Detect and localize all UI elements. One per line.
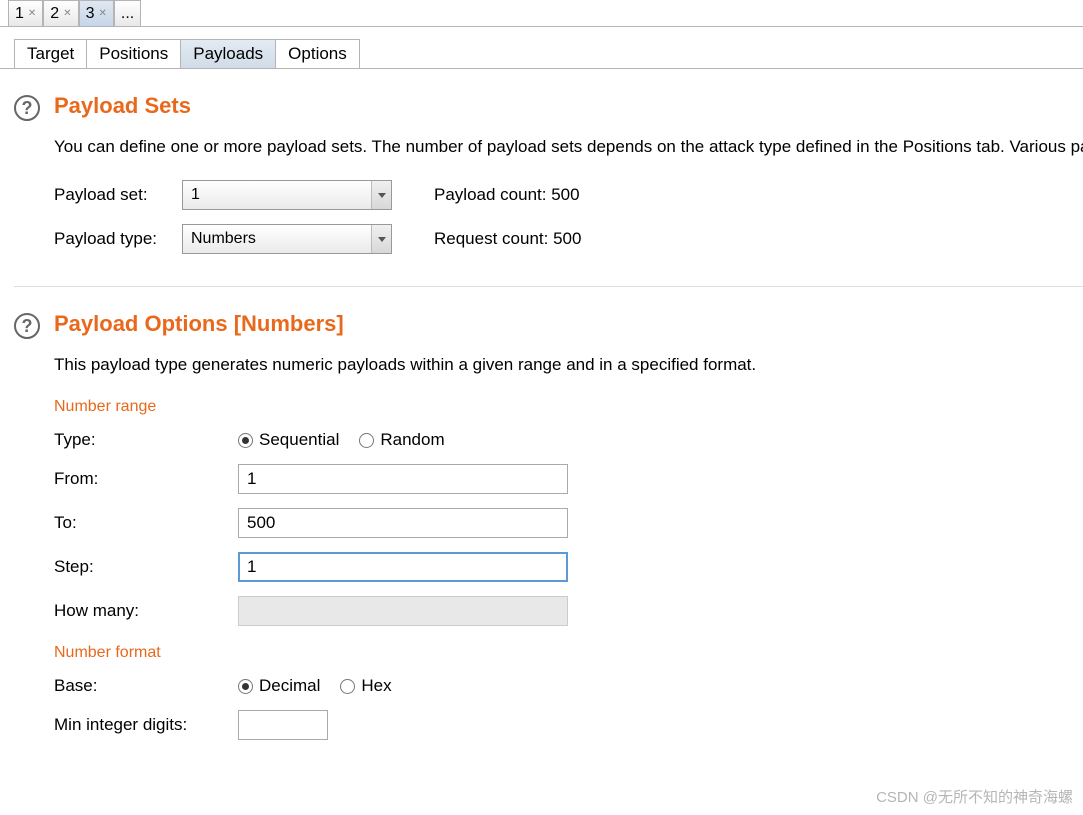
payload-set-select[interactable]: 1 bbox=[182, 180, 392, 210]
section-divider bbox=[14, 286, 1083, 287]
payload-sets-heading: Payload Sets bbox=[54, 93, 1083, 119]
session-tab-2[interactable]: 2 ✕ bbox=[43, 0, 78, 26]
number-range-heading: Number range bbox=[54, 398, 1083, 416]
payload-set-value: 1 bbox=[191, 186, 200, 204]
radio-decimal[interactable]: Decimal bbox=[238, 676, 320, 696]
payload-count-label: Payload count: bbox=[434, 185, 546, 204]
close-icon[interactable]: ✕ bbox=[63, 9, 71, 19]
tab-target[interactable]: Target bbox=[14, 39, 87, 68]
request-count-label: Request count: bbox=[434, 229, 548, 248]
request-count-value: 500 bbox=[553, 229, 581, 248]
close-icon[interactable]: ✕ bbox=[28, 9, 36, 19]
base-label: Base: bbox=[54, 676, 238, 696]
number-format-heading: Number format bbox=[54, 644, 1083, 662]
radio-decimal-label: Decimal bbox=[259, 676, 320, 696]
help-icon[interactable]: ? bbox=[14, 95, 40, 121]
min-integer-digits-input[interactable] bbox=[238, 710, 328, 740]
from-label: From: bbox=[54, 469, 238, 489]
intruder-tabs: Target Positions Payloads Options bbox=[0, 39, 1083, 69]
how-many-label: How many: bbox=[54, 601, 238, 621]
to-input[interactable] bbox=[238, 508, 568, 538]
how-many-input bbox=[238, 596, 568, 626]
close-icon[interactable]: ✕ bbox=[99, 9, 107, 19]
payload-type-value: Numbers bbox=[191, 230, 256, 248]
session-tab-label: ... bbox=[121, 5, 134, 23]
session-tab-3[interactable]: 3 ✕ bbox=[79, 0, 114, 26]
payload-type-select[interactable]: Numbers bbox=[182, 224, 392, 254]
radio-random-label: Random bbox=[380, 430, 444, 450]
payload-count-value: 500 bbox=[551, 185, 579, 204]
radio-sequential[interactable]: Sequential bbox=[238, 430, 339, 450]
radio-random[interactable]: Random bbox=[359, 430, 444, 450]
session-tab-label: 1 bbox=[15, 5, 24, 23]
payload-options-section: ? Payload Options [Numbers] This payload… bbox=[14, 311, 1083, 754]
chevron-down-icon bbox=[371, 181, 391, 209]
type-label: Type: bbox=[54, 430, 238, 450]
radio-icon bbox=[238, 679, 253, 694]
watermark: CSDN @无所不知的神奇海螺 bbox=[876, 786, 1073, 807]
radio-icon bbox=[359, 433, 374, 448]
step-label: Step: bbox=[54, 557, 238, 577]
to-label: To: bbox=[54, 513, 238, 533]
payload-options-description: This payload type generates numeric payl… bbox=[54, 351, 1083, 378]
radio-icon bbox=[340, 679, 355, 694]
session-tab-new[interactable]: ... bbox=[114, 0, 141, 26]
request-count: Request count: 500 bbox=[434, 229, 581, 249]
radio-sequential-label: Sequential bbox=[259, 430, 339, 450]
payload-type-label: Payload type: bbox=[54, 229, 182, 249]
payload-options-heading: Payload Options [Numbers] bbox=[54, 311, 1083, 337]
from-input[interactable] bbox=[238, 464, 568, 494]
min-integer-digits-label: Min integer digits: bbox=[54, 715, 238, 735]
session-tab-1[interactable]: 1 ✕ bbox=[8, 0, 43, 26]
payload-set-label: Payload set: bbox=[54, 185, 182, 205]
radio-hex-label: Hex bbox=[361, 676, 391, 696]
radio-hex[interactable]: Hex bbox=[340, 676, 391, 696]
radio-icon bbox=[238, 433, 253, 448]
tab-options[interactable]: Options bbox=[275, 39, 360, 68]
tab-positions[interactable]: Positions bbox=[86, 39, 181, 68]
chevron-down-icon bbox=[371, 225, 391, 253]
session-tabs: 1 ✕ 2 ✕ 3 ✕ ... bbox=[0, 0, 1083, 27]
payload-sets-description: You can define one or more payload sets.… bbox=[54, 133, 1083, 160]
step-input[interactable] bbox=[238, 552, 568, 582]
tab-payloads[interactable]: Payloads bbox=[180, 39, 276, 68]
payload-count: Payload count: 500 bbox=[434, 185, 580, 205]
help-icon[interactable]: ? bbox=[14, 313, 40, 339]
payload-sets-section: ? Payload Sets You can define one or mor… bbox=[14, 93, 1083, 268]
session-tab-label: 3 bbox=[86, 5, 95, 23]
session-tab-label: 2 bbox=[50, 5, 59, 23]
